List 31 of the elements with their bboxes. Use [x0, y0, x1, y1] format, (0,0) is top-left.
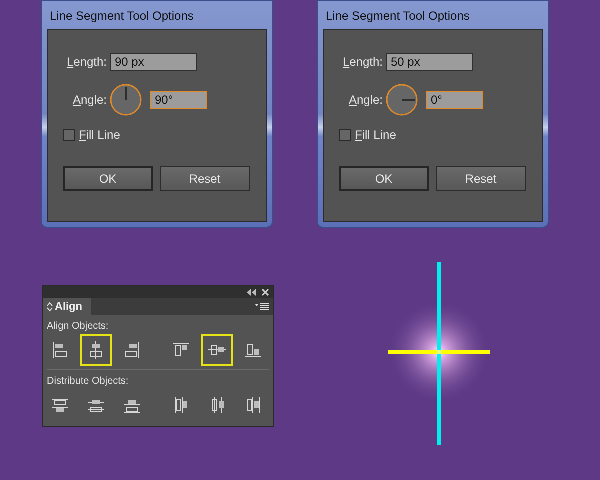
section-label: Align Objects: [47, 321, 110, 332]
panel-tab[interactable]: Align [43, 298, 91, 315]
align-icon [122, 340, 142, 360]
length-field[interactable]: 50 px [386, 53, 473, 71]
fill-line-label: Fill Line [355, 128, 396, 142]
length-field[interactable]: 90 px [110, 53, 197, 71]
angle-field[interactable]: 0° [426, 91, 483, 109]
fill-line-checkbox[interactable] [339, 129, 351, 141]
dialog-button[interactable]: Reset [436, 166, 526, 191]
window-title: Line Segment Tool Options [325, 8, 471, 25]
window-title: Line Segment Tool Options [49, 8, 195, 25]
angle-dial[interactable] [110, 84, 142, 116]
fill-line-label: Fill Line [79, 128, 120, 142]
menu-icon[interactable] [255, 302, 269, 310]
length-label: Length: [66, 55, 107, 69]
angle-field[interactable]: 90° [150, 91, 207, 109]
dialog-button[interactable]: OK [339, 166, 429, 191]
section-label: Distribute Objects: [47, 376, 130, 387]
angle-label: Angle: [72, 93, 107, 107]
dialog-button[interactable]: Reset [160, 166, 250, 191]
align-button[interactable] [80, 334, 112, 366]
length-label: Length: [342, 55, 383, 69]
angle-dial[interactable] [386, 84, 418, 116]
collapse-icon[interactable] [247, 288, 256, 296]
fill-line-checkbox[interactable] [63, 129, 75, 141]
dialog-button[interactable]: OK [63, 166, 153, 191]
align-button[interactable] [201, 334, 233, 366]
up-down-icon [47, 302, 53, 312]
align-icon [50, 340, 70, 360]
close-icon[interactable] [262, 288, 269, 296]
angle-label: Angle: [348, 93, 383, 107]
